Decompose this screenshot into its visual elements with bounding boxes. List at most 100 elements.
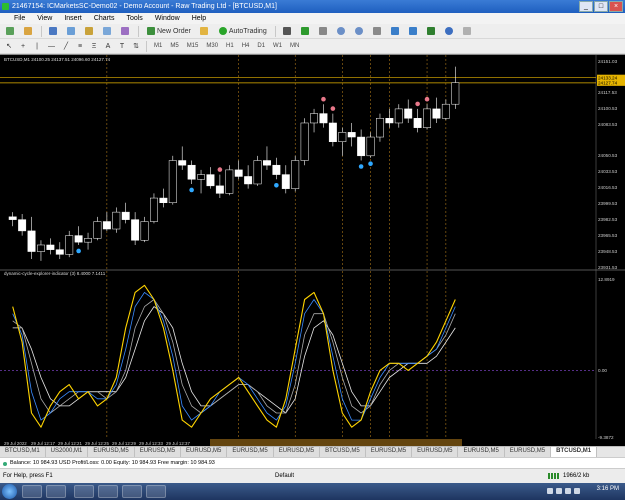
taskbar-explorer-icon[interactable] [22,485,42,498]
zoom-in-icon[interactable] [334,25,350,37]
autoscroll-icon[interactable] [388,25,404,37]
status-profile[interactable]: Default [275,469,294,483]
chart-tab[interactable]: EURUSD,M5 [273,447,321,457]
cursor-icon[interactable]: ↖ [3,40,15,52]
buy-signal-dot [189,187,194,193]
chart-tab[interactable]: EURUSD,M5 [88,447,135,457]
candle-body [385,118,394,124]
chart-tab[interactable]: EURUSD,M5 [227,447,274,457]
chart-tab[interactable]: EURUSD,M5 [412,447,459,457]
candle-body [281,174,290,189]
balance-line: Balance: 10 984.93 USD Profit/Loss: 0.00… [0,457,625,469]
timeframe-m30[interactable]: M30 [203,43,221,49]
timeframe-mn[interactable]: MN [287,43,302,49]
taskbar-folder-icon[interactable] [122,485,142,498]
terminal-icon[interactable] [100,25,116,37]
tray-icon[interactable] [574,488,580,494]
new-order-icon [147,27,155,35]
autotrading-button[interactable]: AutoTrading [215,25,271,37]
close-button[interactable]: × [609,1,623,12]
title-bar[interactable]: 21467154: ICMarketsSC-Demo02 - Demo Acco… [0,0,625,13]
chart-tab[interactable]: BTCUSD,M5 [320,447,366,457]
chart-tab[interactable]: BTCUSD,M1 [0,447,46,457]
profiles-icon[interactable] [21,25,37,37]
channel-icon[interactable]: ≡ [74,40,86,52]
menu-view[interactable]: View [31,13,58,24]
candle-body [93,221,102,239]
chart-tab[interactable]: EURUSD,M5 [181,447,228,457]
market-watch-icon[interactable] [46,25,62,37]
menu-insert[interactable]: Insert [58,13,88,24]
arrow-shapes-icon[interactable]: ⇅ [130,40,142,52]
menu-window[interactable]: Window [149,13,186,24]
strategy-tester-icon[interactable] [118,25,134,37]
vertical-line-icon[interactable]: | [31,40,43,52]
new-chart-icon[interactable] [3,25,19,37]
indicator-info: dynamic-cycle-explorer-indicator (3) 8.4… [4,271,106,276]
label-icon[interactable]: T [116,40,128,52]
timeframe-h1[interactable]: H1 [223,43,237,49]
trendline-icon[interactable]: ╱ [60,40,72,52]
text-icon[interactable]: A [102,40,114,52]
taskbar-media-icon[interactable] [46,485,66,498]
chart-shift-icon[interactable] [406,25,422,37]
tray-icon[interactable] [547,488,553,494]
timeframe-d1[interactable]: D1 [254,43,268,49]
crosshair-icon[interactable]: + [17,40,29,52]
candle-body [366,136,375,157]
chart-tab[interactable]: EURUSD,M5 [134,447,182,457]
horizontal-line-icon[interactable]: — [45,40,58,52]
candle-body [244,176,253,185]
new-order-button[interactable]: New Order [143,25,195,37]
toolbar-separator [274,25,276,37]
minimize-button[interactable]: _ [579,1,593,12]
navigator-icon[interactable] [82,25,98,37]
timeframe-m1[interactable]: M1 [151,43,165,49]
line-chart-icon[interactable] [316,25,332,37]
balance-text: Balance: 10 984.93 USD Profit/Loss: 0.00… [10,460,215,466]
chart-tab[interactable]: BTCUSD,M1 [551,447,598,457]
chart-tab[interactable]: EURUSD,M5 [458,447,505,457]
chart-tab[interactable]: EURUSD,M5 [504,447,552,457]
taskbar-terminal-icon[interactable] [74,485,94,498]
candle-body [131,219,140,241]
window-title: 21467154: ICMarketsSC-Demo02 - Demo Acco… [12,3,277,10]
menu-tools[interactable]: Tools [120,13,148,24]
periods-icon[interactable] [442,25,458,37]
menu-help[interactable]: Help [186,13,212,24]
candle-body [376,118,384,138]
price-chart[interactable]: 24151.0324133.2424127.7424117.5324100.53… [0,55,625,447]
buy-signal-dot [76,248,81,254]
candle-body [168,160,177,203]
timeframe-m5[interactable]: M5 [167,43,181,49]
taskbar-firefox-icon[interactable] [98,485,118,498]
fibonacci-icon[interactable]: Ξ [88,40,100,52]
chart-window[interactable]: 24151.03 24133.24 24127.74 24117.53 24100.53… [0,54,625,446]
indicators-icon[interactable] [424,25,440,37]
candle-body [150,197,158,222]
candlestick-icon[interactable] [298,25,314,37]
chart-tab[interactable]: EURUSD,M5 [365,447,413,457]
price-axis-label: 24100.53 [598,106,618,111]
data-window-icon[interactable] [64,25,80,37]
templates-icon[interactable] [460,25,476,37]
tray-icon[interactable] [565,488,571,494]
timeframe-w1[interactable]: W1 [270,43,285,49]
metaeditor-icon[interactable] [197,25,213,37]
tile-windows-icon[interactable] [370,25,386,37]
maximize-button[interactable]: □ [594,1,608,12]
candle-body [215,185,224,194]
menu-charts[interactable]: Charts [88,13,121,24]
price-axis-label: 23999.53 [598,201,618,206]
timeframe-m15[interactable]: M15 [184,43,202,49]
chart-tab[interactable]: US2000,M1 [45,447,89,457]
status-connection[interactable]: 1966/2 kb [563,469,589,483]
tray-icon[interactable] [556,488,562,494]
menu-file[interactable]: File [2,13,31,24]
start-button[interactable] [2,484,17,499]
candle-body [8,216,17,220]
timeframe-h4[interactable]: H4 [239,43,253,49]
taskbar-metatrader-icon[interactable] [146,485,166,498]
bar-chart-icon[interactable] [280,25,296,37]
zoom-out-icon[interactable] [352,25,368,37]
